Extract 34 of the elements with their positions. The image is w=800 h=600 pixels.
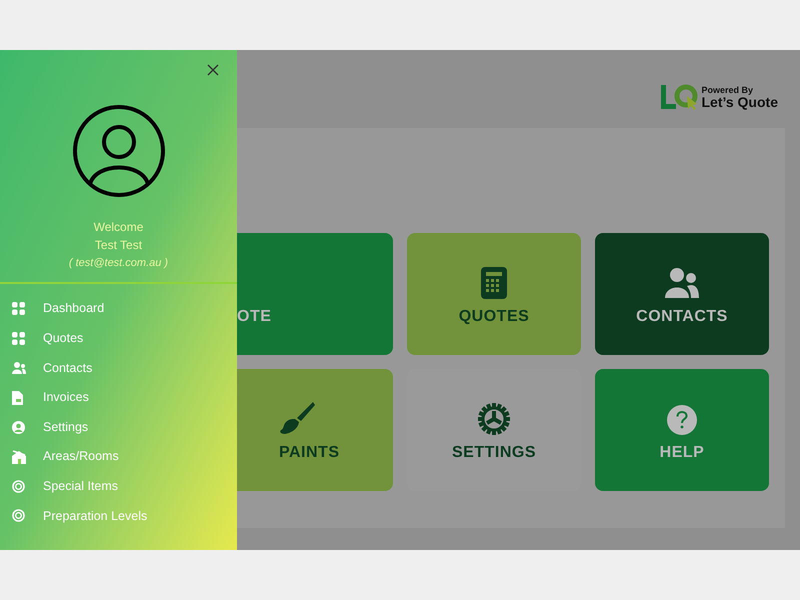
close-icon[interactable] [207,64,219,76]
paintbrush-icon [279,401,315,435]
menu-item[interactable]: Quotes [43,329,84,348]
menu-item[interactable]: Areas/Rooms [43,447,119,466]
user-name: Test Test [94,237,142,254]
menu-item[interactable]: Contacts [43,358,92,378]
people-icon [665,267,699,299]
document-icon [12,390,23,405]
menu-tile[interactable]: OTE [237,233,393,355]
logo-icon [660,84,698,110]
menu-item[interactable]: Dashboard [43,299,104,318]
calculator-icon [481,267,507,299]
avatar-icon [72,104,166,198]
menu-tile[interactable]: PAINTS [237,369,393,491]
logo-brand: Let’s Quote [702,94,778,108]
grid-icon [12,302,25,316]
help-icon [667,405,697,435]
menu-tile[interactable]: CONTACTS [595,233,769,355]
user-email: ( test@test.com.au ) [68,256,168,271]
menu-tile[interactable]: QUOTES [407,233,581,355]
menu-tile[interactable]: HELP [595,369,769,491]
gear-icon [478,403,510,435]
welcome-text: Welcome [94,219,144,236]
grid-icon [12,332,25,345]
user-icon [12,420,25,434]
logo-tagline: Powered By [702,86,754,94]
people-icon [12,362,26,374]
disc-icon [12,509,25,522]
menu-item[interactable]: Settings [43,418,88,437]
house-icon [12,450,26,464]
disc-icon [12,480,25,493]
menu-item[interactable]: Invoices [43,388,89,407]
menu-item[interactable]: Preparation Levels [43,506,148,526]
menu-item[interactable]: Special Items [43,476,118,496]
